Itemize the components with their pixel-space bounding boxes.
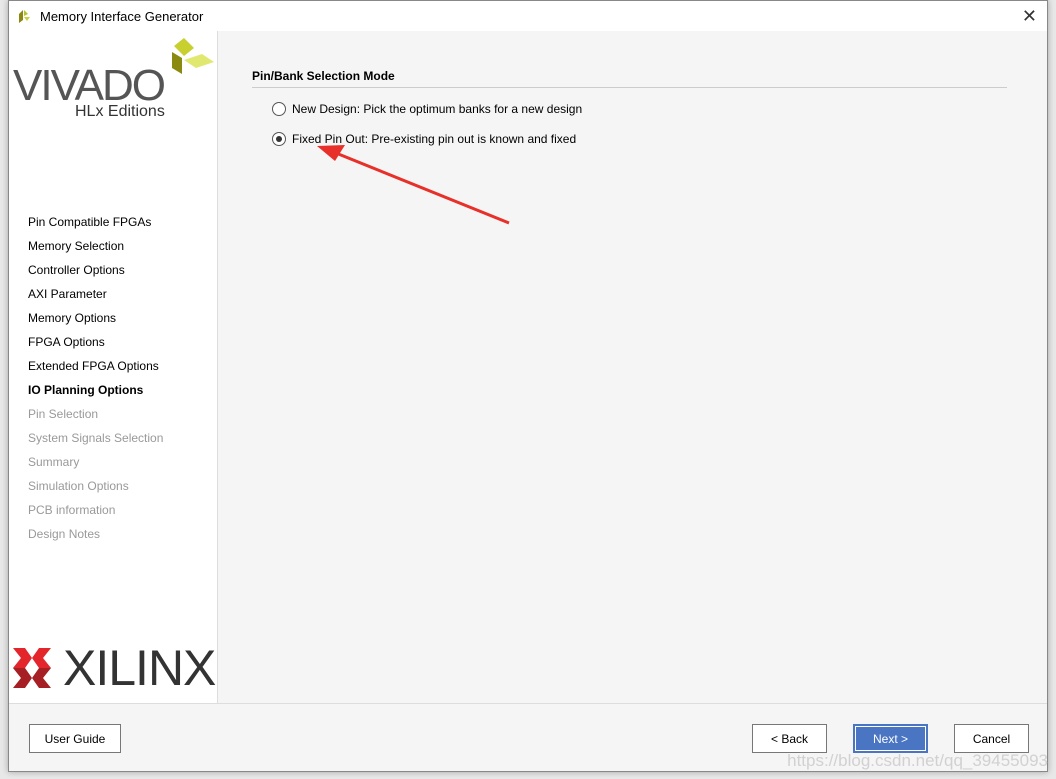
radio-new-design[interactable]: New Design: Pick the optimum banks for a… (272, 100, 1007, 118)
user-guide-button[interactable]: User Guide (29, 724, 121, 753)
step-item[interactable]: Extended FPGA Options (28, 358, 163, 382)
vivado-app-icon (19, 10, 30, 23)
watermark: https://blog.csdn.net/qq_39455093 (787, 751, 1048, 770)
xilinx-logo: XILINX (13, 639, 216, 697)
step-item[interactable]: Memory Options (28, 310, 163, 334)
radio-label: New Design: Pick the optimum banks for a… (292, 102, 583, 116)
step-item: Summary (28, 455, 80, 469)
step-item-current[interactable]: IO Planning Options (28, 382, 163, 406)
vivado-logo-mark (172, 38, 214, 74)
next-button[interactable]: Next > (853, 724, 928, 753)
sidebar: VIVADO HLx Editions Pin Compatible FPGAs… (9, 31, 218, 703)
step-item: Pin Selection (28, 407, 99, 421)
xilinx-wordmark: XILINX (63, 640, 216, 696)
window-title: Memory Interface Generator (40, 8, 204, 24)
step-item[interactable]: Controller Options (28, 262, 163, 286)
cancel-button[interactable]: Cancel (954, 724, 1029, 753)
radio-button-selected[interactable] (272, 132, 286, 146)
close-icon[interactable]: ✕ (1022, 7, 1037, 25)
back-button[interactable]: < Back (752, 724, 827, 753)
main-panel: Pin/Bank Selection Mode New Design: Pick… (252, 69, 1007, 148)
step-item: Design Notes (28, 527, 101, 541)
mig-dialog: Memory Interface Generator ✕ VIVADO HLx … (8, 0, 1048, 772)
step-item: Simulation Options (28, 479, 129, 493)
step-item[interactable]: Pin Compatible FPGAs (28, 214, 163, 238)
hlx-editions-label: HLx Editions (75, 103, 165, 120)
xilinx-logo-mark (13, 648, 51, 688)
radio-button[interactable] (272, 102, 286, 116)
step-item: System Signals Selection (28, 431, 164, 445)
step-item[interactable]: AXI Parameter (28, 286, 163, 310)
section-title: Pin/Bank Selection Mode (252, 69, 1007, 88)
title-bar: Memory Interface Generator ✕ (9, 1, 1047, 31)
step-list: Pin Compatible FPGAs Memory Selection Co… (28, 214, 163, 550)
step-item[interactable]: FPGA Options (28, 334, 163, 358)
step-item: PCB information (28, 503, 116, 517)
step-item[interactable]: Memory Selection (28, 238, 163, 262)
annotation-arrow (317, 145, 510, 225)
